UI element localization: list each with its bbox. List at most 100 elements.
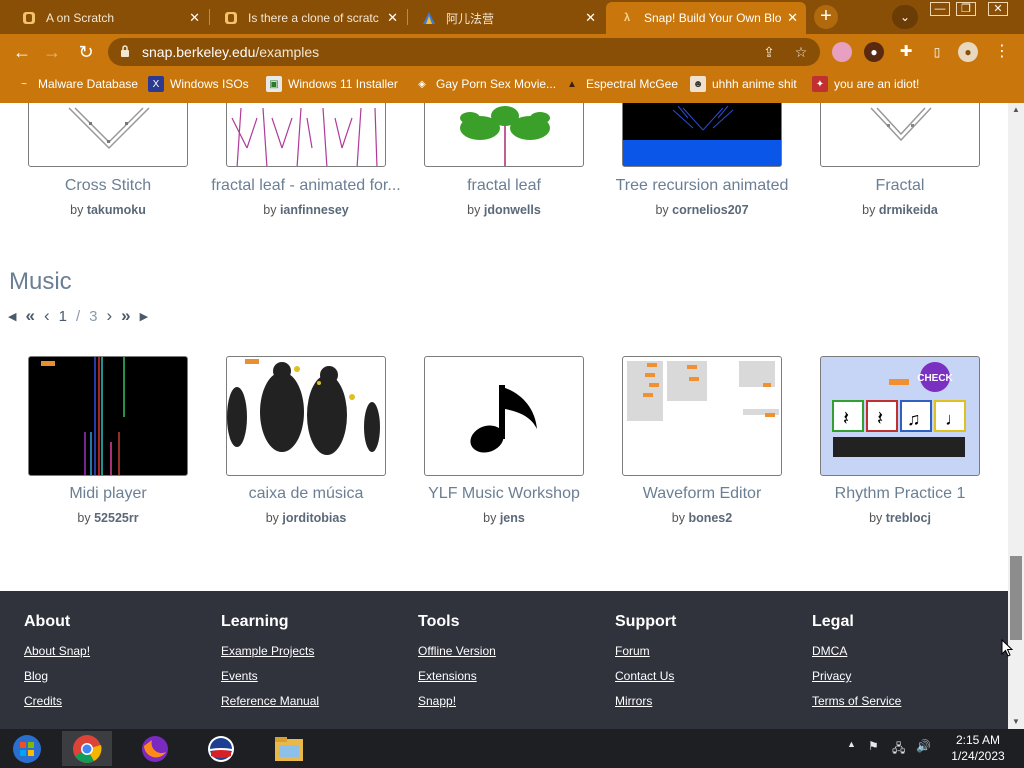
tab-alpha-camp[interactable]: 阿儿法营 ✕ (408, 2, 604, 34)
project-thumbnail-tree-recursion[interactable] (622, 103, 782, 167)
footer-link[interactable]: Contact Us (615, 669, 676, 683)
show-hidden-icons-chevron-icon[interactable]: ▲ (847, 739, 856, 749)
footer-link[interactable]: Reference Manual (221, 694, 319, 708)
next-page-chevron-icon[interactable]: › (106, 306, 112, 326)
project-thumbnail-ylf-music-workshop[interactable] (424, 356, 584, 476)
profile-avatar-icon[interactable]: ● (958, 42, 978, 62)
trans-flag-extension-icon[interactable] (832, 42, 852, 62)
bookmark-idiot[interactable]: ✦ you are an idiot! (812, 74, 919, 94)
tab-snap[interactable]: λ Snap! Build Your Own Blo ✕ (606, 2, 806, 34)
project-title[interactable]: caixa de música (206, 485, 406, 503)
project-title[interactable]: Midi player (8, 485, 208, 503)
share-icon[interactable]: ⇪ (760, 43, 778, 61)
project-thumbnail-waveform-editor[interactable] (622, 356, 782, 476)
snap-lambda-icon: λ (623, 12, 631, 24)
image-icon: ▣ (266, 76, 282, 92)
menu-kebab-icon[interactable]: ⋮ (992, 42, 1012, 62)
address-bar[interactable]: snap.berkeley.edu/examples ⇪ ☆ (108, 38, 820, 66)
close-window-button[interactable]: ✕ (984, 0, 1012, 18)
taskbar-firefox[interactable] (130, 731, 180, 766)
project-title[interactable]: Cross Stitch (8, 177, 208, 195)
close-tab-icon[interactable]: ✕ (585, 10, 596, 26)
first-page-caret-icon[interactable]: ◀ (8, 310, 16, 323)
project-title[interactable]: Fractal (800, 177, 1000, 195)
footer-link[interactable]: About Snap! (24, 644, 90, 658)
footer-link[interactable]: Example Projects (221, 644, 319, 658)
close-tab-icon[interactable]: ✕ (387, 10, 398, 26)
project-thumbnail-fractal[interactable] (820, 103, 980, 167)
bookmark-malware-database[interactable]: ~ Malware Database (16, 74, 138, 94)
taskbar-chrome[interactable] (62, 731, 112, 766)
footer-link[interactable]: Forum (615, 644, 676, 658)
project-thumbnail-midi-player[interactable] (28, 356, 188, 476)
footer-link[interactable]: Privacy (812, 669, 901, 683)
system-clock[interactable]: 2:15 AM 1/24/2023 (940, 732, 1016, 764)
footer-link[interactable]: Blog (24, 669, 90, 683)
tab-title: 阿儿法营 (446, 11, 495, 26)
last-page-caret-icon[interactable]: ▶ (140, 310, 148, 323)
tab-title: A on Scratch (46, 11, 115, 25)
tab-clone-question[interactable]: Is there a clone of scratc ✕ (210, 2, 406, 34)
network-icon[interactable]: 🖧 (892, 739, 905, 760)
project-thumbnail-caixa-de-musica[interactable] (226, 356, 386, 476)
footer-link[interactable]: DMCA (812, 644, 901, 658)
bookmark-espectral-mcgee[interactable]: ▲ Espectral McGee (564, 74, 678, 94)
forward-arrow-icon[interactable]: → (40, 40, 64, 64)
reload-icon[interactable]: ↻ (74, 40, 98, 64)
taskbar-obama[interactable] (196, 731, 246, 766)
tab-scratch[interactable]: A on Scratch ✕ (8, 2, 208, 34)
project-title[interactable]: Tree recursion animated (602, 177, 802, 195)
project-title[interactable]: fractal leaf - animated for... (206, 177, 406, 195)
footer-link[interactable]: Mirrors (615, 694, 676, 708)
project-thumbnail-cross-stitch[interactable] (28, 103, 188, 167)
footer-link[interactable]: Extensions (418, 669, 496, 683)
project-thumbnail-fractal-leaf-animated[interactable] (226, 103, 386, 167)
project-title[interactable]: Rhythm Practice 1 (800, 485, 1000, 503)
bookmark-movie-site[interactable]: ◈ Gay Porn Sex Movie... (414, 74, 556, 94)
footer-link[interactable]: Credits (24, 694, 90, 708)
scroll-up-arrow-icon[interactable]: ▲ (1008, 103, 1024, 117)
side-panel-icon[interactable]: ▯ (927, 42, 947, 62)
project-title[interactable]: fractal leaf (404, 177, 604, 195)
svg-text:CHECK: CHECK (917, 373, 953, 384)
double-left-chevron-icon[interactable]: « (25, 306, 34, 326)
tab-title: Is there a clone of scratc (248, 11, 379, 25)
extensions-puzzle-icon[interactable]: ✚ (896, 42, 916, 62)
profile-extension-icon[interactable]: ● (864, 42, 884, 62)
bookmark-windows-11-installer[interactable]: ▣ Windows 11 Installer (266, 74, 398, 94)
taskbar-file-explorer[interactable] (264, 731, 314, 766)
footer-link[interactable]: Events (221, 669, 319, 683)
volume-speaker-icon[interactable]: 🔊 (916, 739, 931, 753)
project-thumbnail-rhythm-practice[interactable]: CHECK 𝄽 𝄽 ♫ ♩ (820, 356, 980, 476)
lock-icon (121, 45, 129, 57)
prev-page-chevron-icon[interactable]: ‹ (44, 306, 50, 326)
project-title[interactable]: YLF Music Workshop (404, 485, 604, 503)
double-right-chevron-icon[interactable]: » (121, 306, 130, 326)
project-author: by jens (483, 511, 525, 525)
bookmark-anime[interactable]: ☻ uhhh anime shit (690, 74, 797, 94)
project-author: by cornelios207 (655, 203, 749, 217)
project-author: by takumoku (70, 203, 146, 217)
minimize-button[interactable]: — (926, 0, 954, 18)
x-logo-icon: X (148, 76, 164, 92)
tab-search-chevron-icon[interactable]: ⌄ (892, 5, 918, 29)
close-tab-icon[interactable]: ✕ (189, 10, 200, 26)
new-tab-button[interactable]: + (814, 5, 838, 29)
footer-link[interactable]: Offline Version (418, 644, 496, 658)
footer-link[interactable]: Snapp! (418, 694, 496, 708)
scroll-down-arrow-icon[interactable]: ▼ (1008, 715, 1024, 729)
restore-button[interactable]: ❐ (952, 0, 980, 18)
action-center-flag-icon[interactable]: ⚑ (868, 739, 879, 753)
start-button[interactable] (2, 731, 52, 766)
bookmark-windows-isos[interactable]: X Windows ISOs (148, 74, 249, 94)
scrollbar-thumb[interactable] (1010, 556, 1022, 640)
svg-text:♫: ♫ (907, 409, 921, 429)
project-author: by bones2 (671, 511, 733, 525)
project-thumbnail-fractal-leaf[interactable] (424, 103, 584, 167)
close-tab-icon[interactable]: ✕ (787, 10, 798, 26)
page-scrollbar[interactable]: ▲ ▼ (1008, 103, 1024, 729)
bookmark-star-icon[interactable]: ☆ (792, 43, 810, 61)
back-arrow-icon[interactable]: ← (10, 40, 34, 64)
project-title[interactable]: Waveform Editor (602, 485, 802, 503)
footer-link[interactable]: Terms of Service (812, 694, 901, 708)
